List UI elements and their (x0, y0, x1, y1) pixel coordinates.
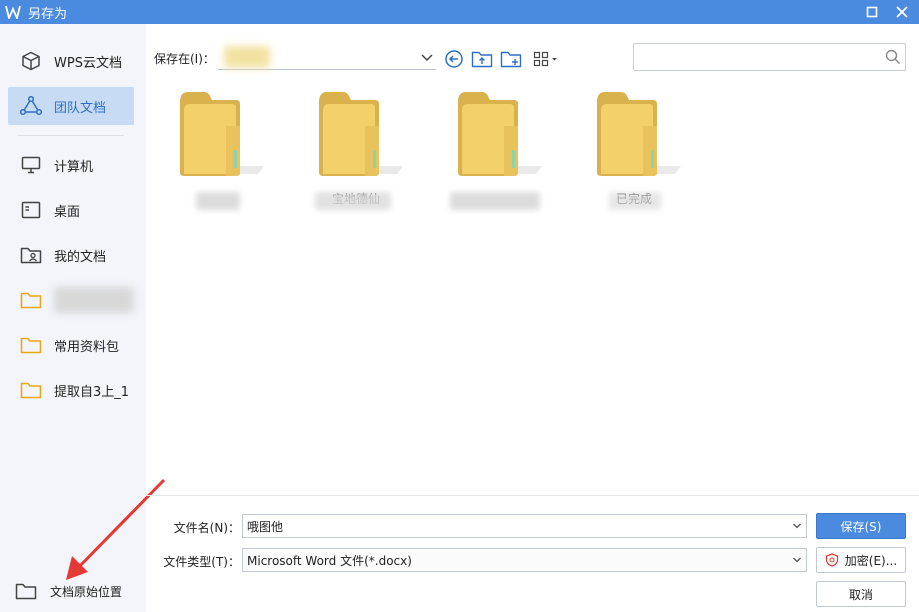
folder-item[interactable]: 宝地德仙 (301, 86, 411, 216)
sidebar-item-extracted[interactable]: 提取自3上_1 (8, 371, 134, 409)
title-bar: 另存为 (0, 0, 919, 24)
team-icon (20, 95, 42, 117)
folder-icon (319, 92, 403, 176)
sidebar-item-label: 提取自3上_1 (54, 384, 130, 400)
filename-input[interactable] (247, 519, 751, 533)
save-button[interactable]: 保存(S) (816, 513, 906, 539)
sidebar-divider (18, 135, 124, 136)
sidebar-item-team-docs[interactable]: 团队文档 (8, 87, 134, 125)
sidebar-item-label: 我的文档 (54, 249, 107, 265)
sidebar-item-label: 常用资料包 (54, 339, 120, 355)
sidebar-item-my-documents[interactable]: 我的文档 (8, 236, 134, 274)
folder-icon (458, 92, 542, 176)
redacted-name (315, 192, 391, 210)
chevron-down-icon (793, 557, 801, 563)
back-arrow-icon (445, 50, 463, 68)
search-input[interactable] (634, 44, 874, 70)
filename-label: 文件名(N)： (173, 521, 240, 535)
redacted-name (450, 192, 540, 210)
sidebar-item-label: 团队文档 (54, 100, 107, 116)
filetype-label: 文件类型(T)： (163, 555, 240, 569)
window-title: 另存为 (28, 6, 68, 22)
sidebar-item-computer[interactable]: 计算机 (8, 146, 134, 184)
folder-icon (20, 334, 42, 356)
folder-icon (180, 92, 264, 176)
sidebar-item-label: 计算机 (54, 159, 94, 175)
chevron-down-icon (793, 523, 801, 529)
cancel-button-label: 取消 (848, 587, 873, 602)
wps-logo-icon (4, 4, 22, 20)
save-button-label: 保存(S) (840, 519, 882, 534)
view-mode-button[interactable] (532, 48, 560, 70)
sidebar-item-wps-cloud[interactable]: WPS云文档 (8, 42, 134, 80)
folder-icon (20, 289, 42, 311)
original-location-label: 文档原始位置 (50, 584, 123, 599)
up-folder-icon (471, 51, 493, 68)
folder-icon (597, 92, 681, 176)
bottom-divider (146, 495, 919, 496)
folder-icon (20, 379, 42, 401)
original-location-button[interactable]: 文档原始位置 (14, 578, 144, 604)
cancel-button[interactable]: 取消 (816, 581, 906, 607)
sidebar-item-desktop[interactable]: 桌面 (8, 191, 134, 229)
maximize-icon (866, 6, 878, 18)
grid-view-icon (533, 51, 557, 67)
monitor-icon (20, 154, 42, 176)
filetype-value: Microsoft Word 文件(*.docx) (247, 553, 412, 568)
new-folder-button[interactable] (500, 48, 522, 70)
cube-icon (20, 50, 42, 72)
filename-field[interactable] (242, 514, 807, 538)
maximize-button[interactable] (861, 2, 883, 22)
folder-item[interactable] (162, 86, 272, 216)
redacted-name (196, 192, 240, 210)
sidebar: WPS云文档 团队文档 计算机 桌面 我的文档 常用资料包 提取自3上_1 (0, 24, 146, 612)
sidebar-item-label: 桌面 (54, 204, 81, 220)
desktop-icon (20, 199, 42, 221)
sidebar-item-common-pack[interactable]: 常用资料包 (8, 326, 134, 364)
chevron-down-icon (421, 54, 433, 62)
close-icon (896, 6, 908, 18)
redacted-path (224, 46, 270, 68)
search-box[interactable] (633, 43, 906, 71)
close-button[interactable] (891, 2, 913, 22)
folder-item[interactable]: 已完成 (579, 86, 689, 216)
user-folder-icon (20, 244, 42, 266)
back-button[interactable] (443, 48, 465, 70)
redacted-name (609, 192, 661, 210)
search-icon (885, 49, 900, 64)
up-folder-button[interactable] (471, 48, 493, 70)
new-folder-icon (500, 51, 522, 68)
sidebar-item-label: WPS云文档 (54, 55, 122, 71)
shield-icon (825, 553, 838, 567)
save-in-label: 保存在(I)： (154, 52, 215, 66)
encrypt-button[interactable]: 加密(E)... (816, 547, 906, 573)
folder-icon (14, 581, 38, 601)
redacted-label (54, 287, 134, 313)
folder-item[interactable] (440, 86, 550, 216)
filetype-select[interactable]: Microsoft Word 文件(*.docx) (242, 548, 807, 572)
save-in-combo[interactable] (218, 46, 436, 70)
encrypt-button-label: 加密(E)... (844, 553, 898, 568)
